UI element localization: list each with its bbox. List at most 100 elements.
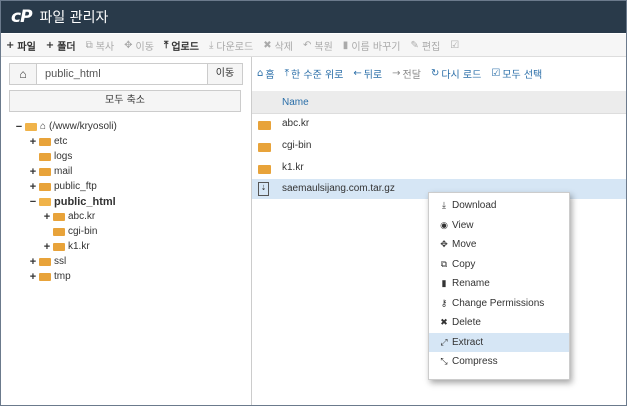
collapse-all-button[interactable]: 모두 축소 — [9, 90, 241, 112]
expand-toggle[interactable]: + — [29, 136, 37, 148]
path-input[interactable]: public_html — [37, 63, 208, 85]
copy-icon: ⧉ — [440, 259, 448, 269]
menu-item-copy[interactable]: ⧉ Copy — [429, 255, 569, 274]
folder-icon — [258, 121, 271, 130]
expand-toggle[interactable]: + — [29, 256, 37, 268]
tree-item-etc[interactable]: + etc — [29, 134, 68, 149]
folder-tree-panel: ⌂ public_html 이동 모두 축소 − ⌂ (/www/kryosol… — [1, 57, 252, 405]
tree-item-label: ssl — [54, 256, 67, 267]
collapse-toggle[interactable]: − — [29, 196, 37, 208]
menu-item-move[interactable]: ✥ Move — [429, 235, 569, 254]
menu-item-rename[interactable]: ▮ Rename — [429, 274, 569, 293]
nav-label: 한 수준 위로 — [290, 69, 344, 81]
expand-toggle[interactable]: + — [29, 181, 37, 193]
folder-open-icon — [39, 197, 51, 206]
menu-item-delete[interactable]: ✖ Delete — [429, 313, 569, 332]
copy-button[interactable]: ⧉ 복사 — [81, 38, 120, 53]
file-name: k1.kr — [282, 162, 304, 173]
nav-label: 뒤로 — [363, 69, 383, 81]
toolbar-label: 폴더 — [57, 41, 76, 53]
expand-toggle[interactable]: + — [43, 241, 51, 253]
move-button[interactable]: ✥ 이동 — [119, 38, 159, 53]
menu-item-extract[interactable]: ⤢ Extract — [429, 333, 569, 352]
new-file-button[interactable]: + 파일 — [1, 38, 41, 53]
title-bar: cP 파일 관리자 — [1, 1, 626, 33]
file-row-abc-kr[interactable]: abc.kr — [252, 114, 626, 134]
menu-item-download[interactable]: ⤓ Download — [429, 196, 569, 215]
tree-item-ssl[interactable]: + ssl — [29, 254, 66, 269]
column-label: Name — [282, 97, 309, 108]
eye-icon: ◉ — [440, 220, 448, 230]
plus-icon: + — [6, 39, 15, 51]
file-row-k1-kr[interactable]: k1.kr — [252, 158, 626, 178]
path-bar: ⌂ public_html 이동 — [9, 63, 243, 85]
file-row-cgi-bin[interactable]: cgi-bin — [252, 136, 626, 156]
home-icon: ⌂ — [40, 121, 47, 132]
expand-toggle[interactable]: + — [43, 211, 51, 223]
tree-item-cgi-bin[interactable]: cgi-bin — [43, 224, 97, 239]
delete-icon: ✖ — [263, 39, 272, 51]
tree-item-k1-kr[interactable]: + k1.kr — [43, 239, 90, 254]
forward-button[interactable]: → 전달 — [387, 66, 426, 81]
folder-icon — [39, 182, 51, 191]
file-name: abc.kr — [282, 118, 310, 129]
restore-button[interactable]: ↶ 복원 — [298, 38, 338, 53]
collapse-toggle[interactable]: − — [15, 121, 23, 133]
menu-item-label: Download — [452, 200, 497, 211]
toolbar-label: 업로드 — [171, 41, 199, 53]
toolbar-label: 다운로드 — [216, 41, 254, 53]
upload-button[interactable]: ⤒ 업로드 — [159, 38, 204, 53]
expand-toggle[interactable]: + — [29, 271, 37, 283]
menu-item-change-permissions[interactable]: ⚷ Change Permissions — [429, 294, 569, 313]
refresh-icon: ↻ — [430, 67, 440, 79]
menu-item-label: Extract — [452, 337, 484, 348]
folder-icon — [39, 152, 51, 161]
expand-toggle[interactable]: + — [29, 166, 37, 178]
menu-item-compress[interactable]: ⤡ Compress — [429, 352, 569, 371]
tree-item-label: k1.kr — [68, 241, 90, 252]
back-button[interactable]: ← 뒤로 — [348, 66, 387, 81]
reload-button[interactable]: ↻ 다시 로드 — [426, 66, 486, 81]
arrow-right-icon: → — [392, 67, 401, 79]
menu-item-label: Compress — [452, 356, 498, 367]
folder-icon — [53, 242, 65, 251]
file-name: saemaulsijang.com.tar.gz — [282, 183, 395, 194]
upload-icon: ⤒ — [163, 39, 169, 51]
toolbar-label: 복사 — [95, 41, 115, 53]
move-icon: ✥ — [440, 239, 448, 249]
tree-item-public-html[interactable]: − public_html — [29, 194, 116, 209]
edit-button[interactable]: ✎ 편집 — [406, 38, 446, 53]
more-button[interactable]: ☑ — [445, 40, 467, 51]
tree-item-label: public_ftp — [54, 181, 97, 192]
tree-item-mail[interactable]: + mail — [29, 164, 73, 179]
folder-icon — [53, 212, 65, 221]
tree-item-root[interactable]: − ⌂ (/www/kryosoli) — [15, 119, 117, 134]
menu-item-view[interactable]: ◉ View — [429, 216, 569, 235]
cpanel-logo[interactable]: cP — [11, 7, 33, 27]
new-folder-button[interactable]: + 폴더 — [41, 38, 81, 53]
tree-item-public-ftp[interactable]: + public_ftp — [29, 179, 97, 194]
folder-icon — [39, 167, 51, 176]
folder-icon — [39, 257, 51, 266]
tree-item-abc-kr[interactable]: + abc.kr — [43, 209, 95, 224]
rename-button[interactable]: ▮ 이름 바꾸기 — [338, 38, 406, 53]
download-button[interactable]: ⤓ 다운로드 — [204, 38, 258, 53]
expand-icon: ⤢ — [440, 337, 448, 347]
up-one-level-button[interactable]: ⤒ 한 수준 위로 — [280, 66, 349, 81]
toolbar-label: 복원 — [314, 41, 333, 53]
toolbar-label: 이동 — [135, 41, 154, 53]
rename-icon: ▮ — [342, 39, 349, 51]
folder-icon — [53, 227, 65, 236]
delete-button[interactable]: ✖ 삭제 — [258, 38, 298, 53]
home-button[interactable]: ⌂ 홈 — [252, 66, 280, 81]
go-button[interactable]: 이동 — [208, 63, 243, 85]
home-icon[interactable]: ⌂ — [9, 63, 37, 85]
tree-item-logs[interactable]: logs — [29, 149, 72, 164]
download-icon: ⤓ — [442, 200, 446, 210]
select-all-button[interactable]: ☑ 모두 선택 — [486, 66, 547, 81]
tree-item-tmp[interactable]: + tmp — [29, 269, 71, 284]
column-header-name[interactable]: Name — [252, 91, 626, 114]
nav-label: 모두 선택 — [502, 69, 543, 81]
pencil-icon: ✎ — [410, 39, 419, 51]
folder-icon — [39, 272, 51, 281]
